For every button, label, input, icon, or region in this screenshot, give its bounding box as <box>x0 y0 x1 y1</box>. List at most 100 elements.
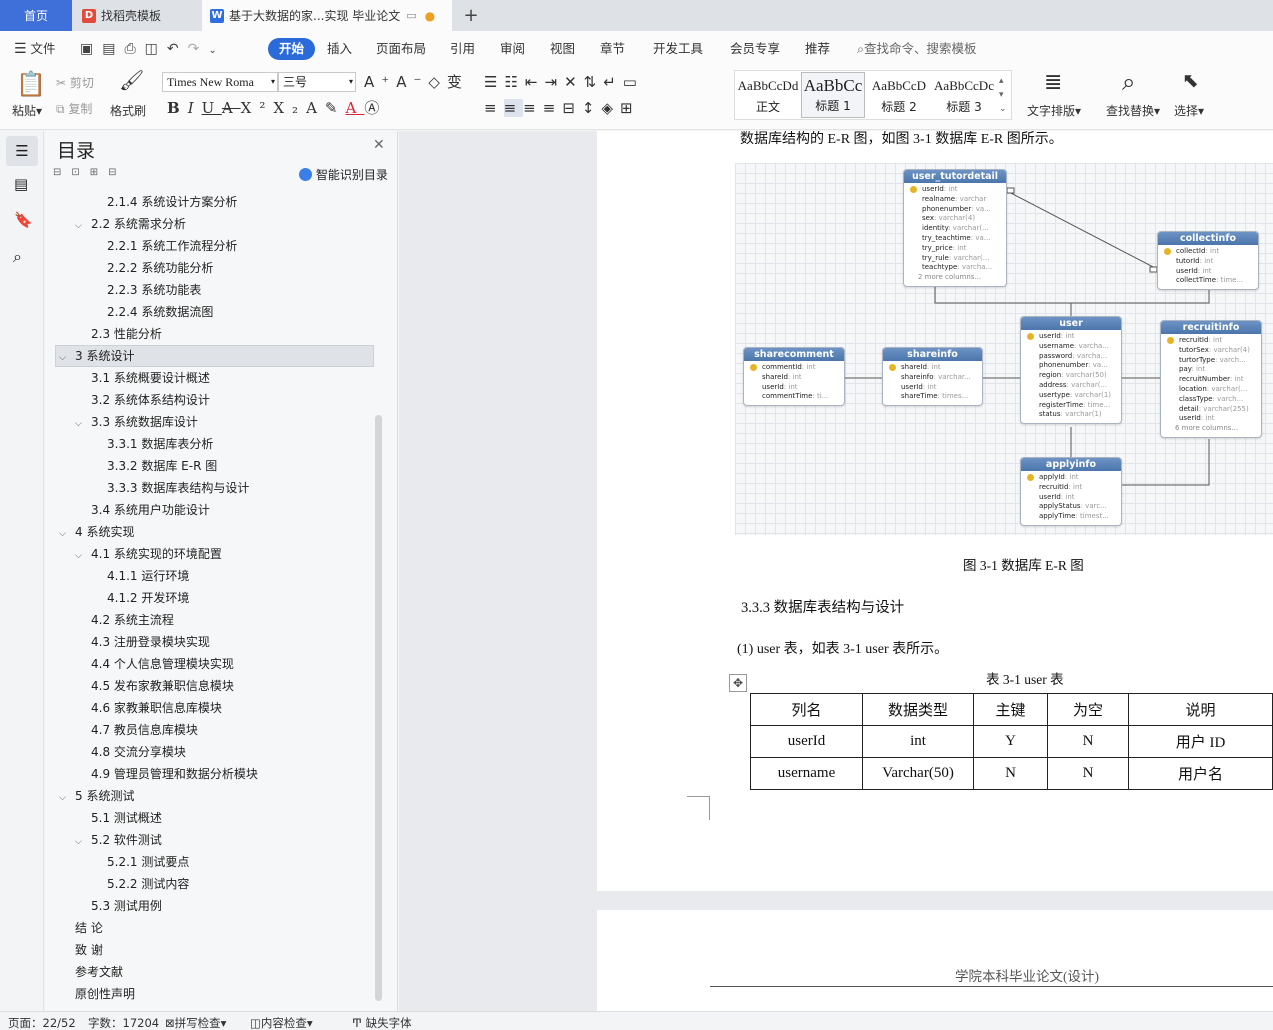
menu-chapter[interactable]: 章节 <box>600 38 625 60</box>
menu-recommend[interactable]: 推荐 <box>805 38 830 60</box>
align-right-icon[interactable]: ≡ <box>523 99 543 117</box>
toc-item[interactable]: 参考文献 <box>59 962 123 982</box>
paste-button[interactable]: 粘贴▾ <box>12 102 42 119</box>
italic-icon[interactable]: I <box>188 99 202 117</box>
show-marks-icon[interactable]: ↵ <box>603 73 623 91</box>
cut-button[interactable]: ✂ 剪切 <box>56 74 94 91</box>
toc-item[interactable]: 5.1 测试概述 <box>75 808 162 828</box>
text-layout-button[interactable]: 文字排版▾ <box>1027 102 1081 119</box>
toc-item[interactable]: 2.2.3 系统功能表 <box>91 280 201 300</box>
toc-item[interactable]: 2.1.4 系统设计方案分析 <box>91 192 237 212</box>
toc-item[interactable]: 2.2.4 系统数据流图 <box>91 302 213 322</box>
toc-item[interactable]: 致 谢 <box>59 940 103 960</box>
chevron-down-icon[interactable]: ⌵ <box>59 524 71 544</box>
page-count[interactable]: 页面：22/52 <box>8 1016 76 1030</box>
bullet-list-icon[interactable]: ☰ <box>484 73 504 91</box>
justify-icon[interactable]: ≡ <box>543 99 563 117</box>
content-check-button[interactable]: ◫内容检查▾ <box>250 1016 313 1030</box>
shrink-font-icon[interactable]: A⁻ <box>396 73 428 91</box>
toc-item[interactable]: 3.3.1 数据库表分析 <box>91 434 213 454</box>
toc-item[interactable]: 4.1.2 开发环境 <box>91 588 189 608</box>
find-replace-button[interactable]: 查找替换▾ <box>1106 102 1160 119</box>
align-left-icon[interactable]: ≡ <box>484 99 504 117</box>
copy-button[interactable]: ⧉ 复制 <box>56 100 92 117</box>
line-spacing-icon[interactable]: ↕ <box>582 99 602 117</box>
select-button[interactable]: 选择▾ <box>1174 102 1204 119</box>
undo-icon[interactable]: ↶ <box>167 41 188 57</box>
spell-check-button[interactable]: ⊠拼写检查▾ <box>165 1016 226 1030</box>
menu-page-layout[interactable]: 页面布局 <box>376 38 426 60</box>
menu-member[interactable]: 会员专享 <box>730 38 780 60</box>
cursor-icon[interactable]: ⬉ <box>1182 70 1199 90</box>
toc-item[interactable]: ⌵ 4.1 系统实现的环境配置 <box>75 544 222 564</box>
toc-item[interactable]: 4.3 注册登录模块实现 <box>75 632 210 652</box>
toc-item[interactable]: 3.3.3 数据库表结构与设计 <box>91 478 249 498</box>
find-icon[interactable]: ⌕ <box>1122 70 1135 94</box>
word-count[interactable]: 字数：17204 <box>88 1016 159 1030</box>
toc-item[interactable]: 4.4 个人信息管理模块实现 <box>75 654 234 674</box>
numbered-list-icon[interactable]: ☷ <box>504 73 524 91</box>
shading-icon[interactable]: ◈ <box>601 99 620 117</box>
toc-item[interactable]: 3.1 系统概要设计概述 <box>75 368 210 388</box>
command-search[interactable]: ⌕查找命令、搜索模板 <box>857 38 977 60</box>
file-menu[interactable]: ☰ 文件 <box>14 38 56 60</box>
chevron-down-icon[interactable]: ⌵ <box>75 832 87 852</box>
menu-start[interactable]: 开始 <box>268 38 316 60</box>
style-gallery-scroll[interactable]: ▴ ▾ ⌄ <box>999 74 1007 116</box>
toc-item[interactable]: 原创性声明 <box>59 984 135 1004</box>
tab-document[interactable]: W 基于大数据的家...实现 毕业论文 ▭ ● <box>202 0 452 31</box>
style-heading2[interactable]: AaBbCcD 标题 2 <box>867 72 931 118</box>
new-tab-button[interactable]: + <box>456 0 486 31</box>
navigation-icon[interactable]: ▤ <box>14 175 28 193</box>
toc-item[interactable]: 结 论 <box>59 918 103 938</box>
superscript-icon[interactable]: X² <box>241 99 274 117</box>
format-painter-icon[interactable]: 🖌 <box>119 70 144 90</box>
toc-item[interactable]: 4.8 交流分享模块 <box>75 742 186 762</box>
grow-font-icon[interactable]: A⁺ <box>364 73 396 91</box>
toc-item[interactable]: 3.3.2 数据库 E-R 图 <box>91 456 217 476</box>
table-move-handle-icon[interactable]: ✥ <box>729 674 747 692</box>
style-heading1[interactable]: AaBbCc 标题 1 <box>801 72 865 118</box>
ruler-icon[interactable]: ▭ <box>623 73 644 91</box>
toc-item[interactable]: 4.9 管理员管理和数据分析模块 <box>75 764 258 784</box>
subscript-icon[interactable]: X₂ <box>273 99 306 117</box>
toc-item[interactable]: 5.2.1 测试要点 <box>91 852 189 872</box>
tab-docer-templates[interactable]: D 找稻壳模板 <box>74 0 200 31</box>
style-heading3[interactable]: AaBbCcDc 标题 3 <box>932 72 996 118</box>
toc-panel-icon[interactable]: ☰ <box>6 136 38 166</box>
char-border-icon[interactable]: Ⓐ <box>364 99 387 117</box>
highlight-icon[interactable]: ✎ <box>325 99 346 117</box>
quick-dropdown-icon[interactable]: ⌄ <box>208 45 225 56</box>
chinese-layout-icon[interactable]: ✕ <box>564 73 584 91</box>
toc-item[interactable]: 4.2 系统主流程 <box>75 610 174 630</box>
clear-format-icon[interactable]: ◇ <box>428 73 447 91</box>
bold-icon[interactable]: B <box>167 99 188 117</box>
menu-view[interactable]: 视图 <box>550 38 575 60</box>
toc-item[interactable]: ⌵ 2.2 系统需求分析 <box>75 214 186 234</box>
toc-item[interactable]: ⌵ 4 系统实现 <box>59 522 134 542</box>
export-pdf-icon[interactable]: ▤ <box>102 41 124 57</box>
toc-item[interactable]: ⌵ 3 系统设计 <box>59 346 134 366</box>
bookmark-icon[interactable]: 🔖 <box>14 211 33 229</box>
text-layout-icon[interactable]: ≣ <box>1044 72 1062 94</box>
missing-font-button[interactable]: Ͳ 缺失字体 <box>352 1016 412 1030</box>
chevron-down-icon[interactable]: ⌵ <box>59 788 71 808</box>
toc-item[interactable]: ⌵ 3.3 系统数据库设计 <box>75 412 198 432</box>
font-color-icon[interactable]: A <box>345 99 364 117</box>
font-name-select[interactable]: Times New Roma ▾ <box>162 72 278 92</box>
menu-insert[interactable]: 插入 <box>327 38 352 60</box>
toc-item[interactable]: 2.3 性能分析 <box>75 324 162 344</box>
paste-icon[interactable]: 📋 <box>16 72 46 96</box>
menu-developer[interactable]: 开发工具 <box>653 38 703 60</box>
save-icon[interactable]: ▣ <box>80 41 102 57</box>
underline-icon[interactable]: U <box>202 99 222 117</box>
toc-item[interactable]: 2.2.1 系统工作流程分析 <box>91 236 237 256</box>
toc-item[interactable]: 3.2 系统体系结构设计 <box>75 390 210 410</box>
add-level-icon[interactable]: ⊞ <box>90 167 108 178</box>
toc-item[interactable]: 4.7 教员信息库模块 <box>75 720 198 740</box>
toc-item[interactable]: 3.4 系统用户功能设计 <box>75 500 210 520</box>
toc-item[interactable]: ⌵ 5 系统测试 <box>59 786 134 806</box>
font-size-select[interactable]: 三号 ▾ <box>278 72 356 92</box>
menu-review[interactable]: 审阅 <box>500 38 525 60</box>
distribute-icon[interactable]: ⊟ <box>562 99 582 117</box>
